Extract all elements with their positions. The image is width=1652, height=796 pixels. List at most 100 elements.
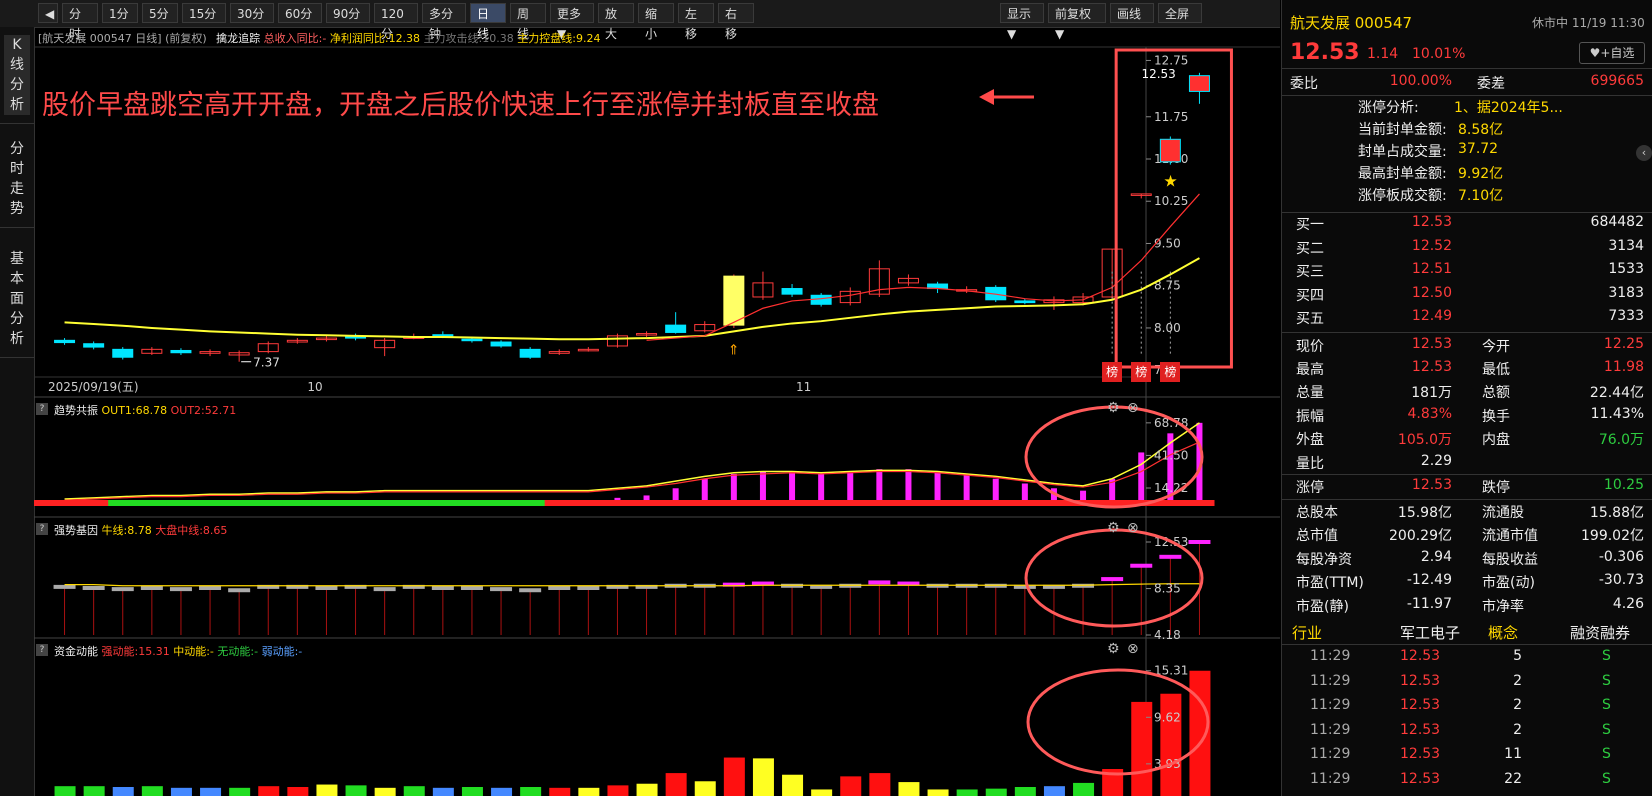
close-icon[interactable]: ⊗ — [1127, 400, 1139, 416]
toolbar-button-2[interactable]: 5分 — [142, 3, 178, 23]
flow-bar — [170, 787, 192, 796]
bid-price: 12.51 — [1411, 261, 1452, 277]
osc1-strip-segment — [573, 500, 604, 506]
info-tab-2[interactable]: 概念 — [1488, 622, 1518, 643]
toolbar-button-0[interactable]: 分时 — [62, 3, 98, 41]
field-revenue-yoy: 总收入同比:- — [263, 32, 327, 45]
bang-badge[interactable]: 榜 — [1160, 362, 1181, 383]
tick-time: 11:29 — [1310, 648, 1351, 664]
info-tab-1[interactable]: 军工电子 — [1400, 622, 1460, 643]
gene-marker — [315, 586, 338, 591]
tick-flag: S — [1602, 672, 1611, 689]
toolbar-right-button-1[interactable]: 前复权▼ — [1048, 3, 1106, 41]
candle-body[interactable] — [1188, 75, 1210, 92]
last-price-label: 12.53 — [1141, 67, 1175, 81]
bid-level-label: 买三 — [1296, 264, 1324, 280]
candle-body[interactable] — [665, 324, 687, 333]
chevron-left-icon[interactable]: ‹ — [1636, 145, 1652, 161]
help-icon[interactable]: ? — [36, 644, 48, 656]
close-icon[interactable]: ⊗ — [1127, 641, 1139, 657]
toolbar-button-9[interactable]: 日线 — [470, 3, 506, 41]
toolbar-button-4[interactable]: 30分 — [230, 3, 274, 23]
candle-body[interactable] — [781, 288, 803, 295]
date-tick-label: 10 — [307, 380, 322, 394]
candle-body[interactable] — [1014, 300, 1036, 304]
osc1-strip-segment — [748, 500, 778, 506]
toolbar-right-button-0[interactable]: 显示▼ — [1000, 3, 1044, 41]
stat-value: 12.25 — [1603, 336, 1644, 352]
zt-value[interactable]: 1、据2024年5... — [1454, 97, 1563, 117]
toolbar-button-12[interactable]: 放大 — [598, 3, 634, 41]
info-tab-3[interactable]: 融资融券 — [1570, 622, 1630, 643]
osc1-strip-segment — [341, 500, 371, 506]
toolbar-button-1[interactable]: 1分 — [102, 3, 138, 23]
toolbar-button-8[interactable]: 多分钟 — [422, 3, 466, 41]
stat-label: 今开 — [1482, 339, 1510, 355]
osc1-strip-segment — [981, 500, 1011, 506]
tick-volume: 11 — [1504, 746, 1522, 762]
gene-marker — [228, 588, 251, 593]
toolbar-button-7[interactable]: 120分 — [374, 3, 418, 41]
panel1-name[interactable]: 趋势共振 — [54, 404, 98, 417]
osc1-strip-segment — [602, 500, 633, 506]
stat-value: 10.25 — [1603, 477, 1644, 493]
toolbar-button-3[interactable]: 15分 — [182, 3, 226, 23]
toolbar-right-button-2[interactable]: 画线 — [1110, 3, 1154, 23]
tick-price: 12.53 — [1400, 648, 1441, 664]
stat-value: 22.44亿 — [1589, 385, 1644, 401]
toolbar-button-11[interactable]: 更多▼ — [550, 3, 594, 41]
help-icon[interactable]: ? — [36, 403, 48, 415]
panel3-name[interactable]: 资金动能 — [54, 645, 98, 658]
panel2-name[interactable]: 强势基因 — [54, 524, 98, 537]
side-tab-2[interactable]: 基本面分析 — [0, 249, 34, 358]
candle-body[interactable] — [461, 338, 483, 342]
stat-value: 11.98 — [1603, 359, 1644, 375]
toolbar-button-13[interactable]: 缩小 — [638, 3, 674, 41]
zt-label: 最高封单金额: — [1358, 166, 1447, 182]
add-watchlist-button[interactable]: ♥+自选 — [1579, 42, 1645, 64]
side-tab-char: 本 — [10, 271, 24, 287]
candle-body[interactable] — [54, 339, 76, 344]
stat-label: 振幅 — [1296, 409, 1324, 425]
gear-icon[interactable]: ⚙ — [1107, 520, 1120, 536]
side-tab-1[interactable]: 分时走势 — [0, 139, 34, 228]
toolbar-button-5[interactable]: 60分 — [278, 3, 322, 23]
info-tab-0[interactable]: 行业 — [1292, 622, 1322, 643]
close-icon[interactable]: ⊗ — [1127, 520, 1139, 536]
candle-body[interactable] — [83, 343, 105, 348]
candle-body[interactable] — [112, 348, 134, 358]
toolbar-button-15[interactable]: 右移 — [718, 3, 754, 41]
tick-price: 12.53 — [1400, 672, 1441, 689]
toolbar-button-6[interactable]: 90分 — [326, 3, 370, 23]
flow-bar — [549, 787, 571, 796]
candle-body[interactable] — [490, 341, 512, 347]
help-icon[interactable]: ? — [36, 523, 48, 535]
side-tab-0[interactable]: K线分析 — [0, 35, 34, 124]
flow-bar — [287, 787, 309, 796]
flow-bar — [461, 787, 483, 796]
toolbar-button-14[interactable]: 左移 — [678, 3, 714, 41]
candle-body[interactable] — [1159, 138, 1181, 163]
back-icon[interactable]: ◀ — [38, 3, 58, 23]
toolbar-button-10[interactable]: 周线 — [510, 3, 546, 41]
bang-badge[interactable]: 榜 — [1102, 362, 1123, 383]
panel3-mid: 中动能:- — [173, 645, 214, 658]
gene-tick-label: 8.35 — [1154, 582, 1181, 596]
candle-body[interactable] — [519, 348, 541, 358]
osc1-strip-segment — [515, 500, 546, 506]
osc1-strip-segment — [864, 500, 895, 506]
osc1-strip-segment — [282, 500, 313, 506]
flow-bar — [811, 789, 833, 796]
flow-bar — [432, 787, 454, 796]
flow-bar — [1073, 782, 1095, 796]
candle-body[interactable] — [170, 349, 192, 354]
gear-icon[interactable]: ⚙ — [1107, 400, 1120, 416]
bang-badge[interactable]: 榜 — [1131, 362, 1152, 383]
toolbar-right-button-3[interactable]: 全屏 — [1158, 3, 1202, 23]
stat-value: 181万 — [1411, 385, 1452, 401]
gene-marker — [1188, 540, 1211, 545]
candle-body[interactable] — [723, 275, 745, 326]
indicator-name[interactable]: 擒龙追踪 — [216, 32, 260, 45]
gear-icon[interactable]: ⚙ — [1107, 641, 1120, 657]
osc1-strip-segment — [311, 500, 342, 506]
